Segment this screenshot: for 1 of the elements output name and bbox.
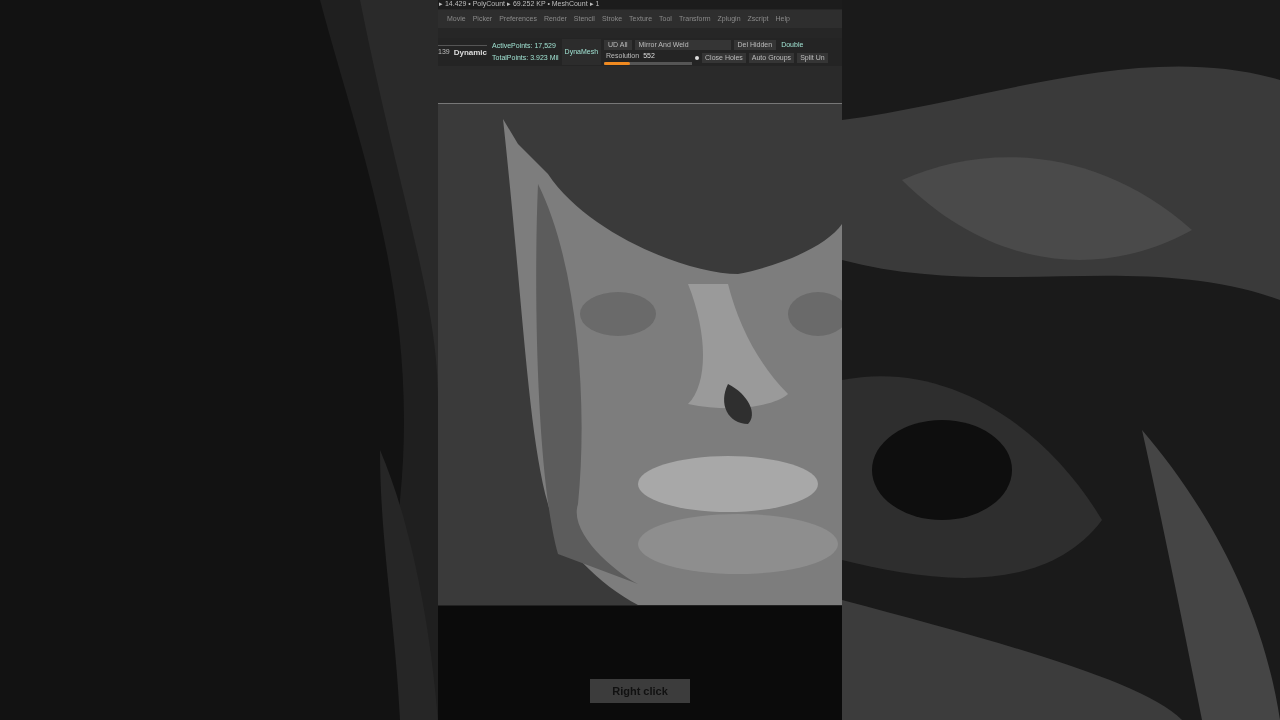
dynamic-button[interactable]: Dynamic bbox=[453, 46, 488, 59]
